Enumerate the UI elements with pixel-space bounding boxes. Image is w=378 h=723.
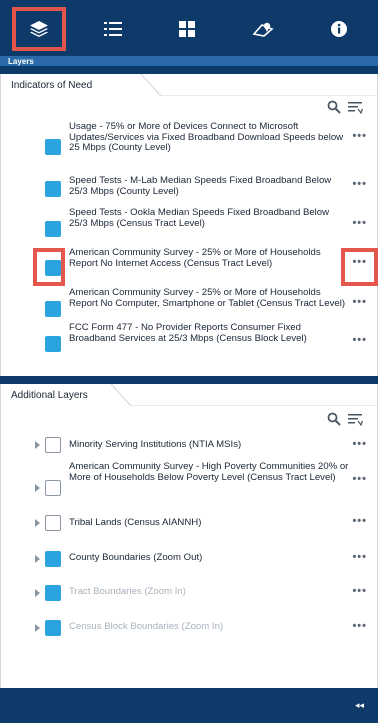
more-options-button[interactable]: •••: [352, 473, 367, 485]
expand-caret-icon[interactable]: [35, 519, 40, 527]
layer-label: Minority Serving Institutions (NTIA MSIs…: [69, 439, 242, 450]
layers-tab-button[interactable]: [12, 7, 66, 51]
more-options-button[interactable]: •••: [352, 130, 367, 142]
layer-label: Tract Boundaries (Zoom In): [69, 586, 186, 597]
more-options-button[interactable]: •••: [352, 620, 367, 632]
more-options-button[interactable]: •••: [352, 438, 367, 450]
legend-list-icon: [104, 22, 122, 36]
checkbox-unchecked[interactable]: [45, 437, 61, 453]
more-options-button[interactable]: •••: [352, 296, 367, 308]
layer-label: Speed Tests - M-Lab Median Speeds Fixed …: [69, 175, 332, 197]
expand-caret-icon[interactable]: [35, 589, 40, 597]
section-tools: [327, 412, 363, 426]
checkbox-checked[interactable]: [45, 181, 61, 197]
basemap-tab-button[interactable]: [170, 12, 204, 46]
filter-list-icon[interactable]: [347, 412, 363, 426]
indicators-section: Indicators of Need Usage - 75% or More o…: [0, 74, 378, 376]
expand-caret-icon[interactable]: [35, 484, 40, 492]
expand-caret-icon[interactable]: [35, 441, 40, 449]
more-options-button[interactable]: •••: [352, 515, 367, 527]
expand-caret-icon[interactable]: [35, 555, 40, 563]
layer-label: Tribal Lands (Census AIANNH): [69, 517, 202, 528]
layer-label: FCC Form 477 - No Provider Reports Consu…: [69, 322, 307, 344]
additional-layers-section: Additional Layers Minority Serving Insti…: [0, 384, 378, 688]
checkbox-checked[interactable]: [45, 301, 61, 317]
layer-label: Census Block Boundaries (Zoom In): [69, 621, 224, 632]
legend-tab-button[interactable]: [96, 12, 130, 46]
section-tools: [327, 100, 363, 114]
top-toolbar: [0, 0, 378, 56]
layer-label: County Boundaries (Zoom Out): [69, 552, 203, 563]
bottom-bar: ◂◂: [0, 688, 378, 723]
layer-label: Speed Tests - Ookla Median Speeds Fixed …: [69, 207, 330, 229]
checkbox-checked[interactable]: [45, 620, 61, 636]
checkbox-checked[interactable]: [45, 585, 61, 601]
filter-list-icon[interactable]: [347, 100, 363, 114]
layer-label: American Community Survey - High Poverty…: [69, 461, 349, 483]
info-icon: [331, 21, 347, 37]
more-options-button[interactable]: •••: [352, 551, 367, 563]
expand-caret-icon[interactable]: [35, 624, 40, 632]
collapse-panel-button[interactable]: ◂◂: [355, 700, 364, 711]
checkbox-unchecked[interactable]: [45, 515, 61, 531]
highlight-box-checkbox: [33, 248, 65, 286]
map-pin-icon: [252, 22, 274, 37]
more-options-button[interactable]: •••: [352, 585, 367, 597]
location-tab-button[interactable]: [246, 12, 280, 46]
layer-label: Usage - 75% or More of Devices Connect t…: [69, 121, 344, 154]
checkbox-checked[interactable]: [45, 336, 61, 352]
layers-icon: [30, 21, 48, 37]
divider: [0, 376, 378, 384]
more-options-button[interactable]: •••: [352, 217, 367, 229]
checkbox-checked[interactable]: [45, 221, 61, 237]
more-options-button[interactable]: •••: [352, 334, 367, 346]
more-options-button[interactable]: •••: [352, 178, 367, 190]
info-tab-button[interactable]: [322, 12, 356, 46]
checkbox-checked[interactable]: [45, 139, 61, 155]
checkbox-checked[interactable]: [45, 551, 61, 567]
search-icon[interactable]: [327, 100, 341, 114]
search-icon[interactable]: [327, 412, 341, 426]
basemap-grid-icon: [179, 21, 195, 37]
checkbox-unchecked[interactable]: [45, 480, 61, 496]
divider: [0, 66, 378, 74]
layer-label: American Community Survey - 25% or More …: [69, 247, 321, 269]
panel-header-bar: [0, 56, 378, 66]
section-title: Additional Layers: [1, 384, 98, 406]
layer-label: American Community Survey - 25% or More …: [69, 287, 346, 309]
section-title: Indicators of Need: [1, 74, 103, 96]
highlight-box-more: [341, 248, 378, 286]
